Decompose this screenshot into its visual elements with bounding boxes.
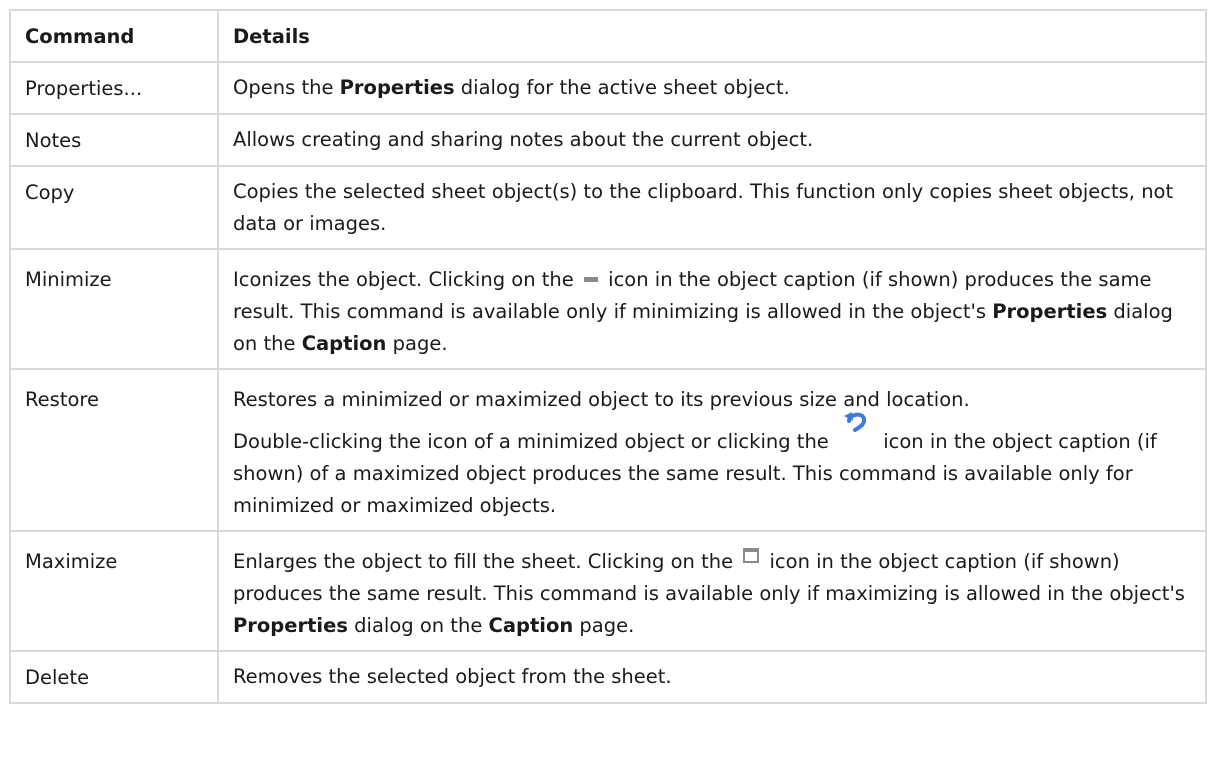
command-details: Copies the selected sheet object(s) to t…	[217, 165, 1207, 250]
table-row-copy: Copy Copies the selected sheet object(s)…	[9, 165, 1207, 250]
command-details: Opens the Properties dialog for the acti…	[217, 61, 1207, 115]
details-text: Enlarges the object to fill the sheet. C…	[233, 548, 1185, 637]
details-text: Allows creating and sharing notes about …	[233, 128, 814, 151]
command-name: Delete	[9, 650, 219, 704]
minimize-icon	[583, 277, 598, 282]
command-details: Removes the selected object from the she…	[217, 650, 1207, 704]
table-row-maximize: Maximize Enlarges the object to fill the…	[9, 530, 1207, 652]
table-row-notes: Notes Allows creating and sharing notes …	[9, 113, 1207, 167]
details-text: Iconizes the object. Clicking on the ico…	[233, 268, 1173, 355]
command-details: Enlarges the object to fill the sheet. C…	[217, 530, 1207, 652]
command-name: Minimize	[9, 248, 219, 370]
command-details: Iconizes the object. Clicking on the ico…	[217, 248, 1207, 370]
details-text: Opens the Properties dialog for the acti…	[233, 76, 790, 99]
bold-term: Caption	[488, 614, 574, 637]
command-table: Command Details Properties... Opens the …	[9, 9, 1207, 704]
bold-term: Properties	[339, 76, 455, 99]
bold-term: Caption	[301, 332, 387, 355]
command-name: Properties...	[9, 61, 219, 115]
details-text: Removes the selected object from the she…	[233, 665, 672, 688]
table-header-row: Command Details	[9, 9, 1207, 63]
table-row-properties: Properties... Opens the Properties dialo…	[9, 61, 1207, 115]
command-details: Allows creating and sharing notes about …	[217, 113, 1207, 167]
table-row-minimize: Minimize Iconizes the object. Clicking o…	[9, 248, 1207, 370]
command-name: Restore	[9, 368, 219, 532]
table-row-delete: Delete Removes the selected object from …	[9, 650, 1207, 704]
details-text-2: Double-clicking the icon of a minimized …	[233, 412, 1191, 522]
command-name: Maximize	[9, 530, 219, 652]
restore-icon	[843, 408, 869, 434]
command-name: Notes	[9, 113, 219, 167]
maximize-icon	[743, 548, 760, 563]
command-details: Restores a minimized or maximized object…	[217, 368, 1207, 532]
command-name: Copy	[9, 165, 219, 250]
bold-term: Properties	[233, 614, 348, 637]
details-text: Copies the selected sheet object(s) to t…	[233, 180, 1174, 235]
header-command: Command	[9, 9, 219, 63]
header-details: Details	[217, 9, 1207, 63]
table-row-restore: Restore Restores a minimized or maximize…	[9, 368, 1207, 532]
bold-term: Properties	[992, 300, 1108, 323]
details-text: Restores a minimized or maximized object…	[233, 388, 970, 411]
